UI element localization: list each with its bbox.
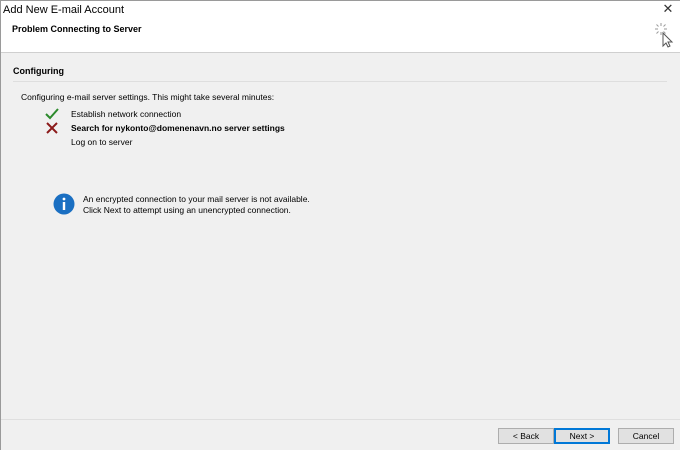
back-button[interactable]: < Back [498,428,554,444]
step-establish-connection: Establish network connection [45,107,345,121]
step-label: Establish network connection [71,109,182,119]
page-title: Problem Connecting to Server [12,24,142,34]
step-label: Log on to server [71,137,133,147]
busy-cursor-icon [655,23,674,48]
wizard-content: Configuring Configuring e-mail server se… [1,53,680,419]
title-bar: Add New E-mail Account ✕ [1,1,680,19]
section-divider [13,81,667,82]
next-button[interactable]: Next > [554,428,610,444]
red-x-icon [46,122,58,134]
info-line-2: Click Next to attempt using an unencrypt… [83,205,291,215]
step-label: Search for nykonto@domenenavn.no server … [71,123,285,133]
wizard-footer: < Back Next > Cancel [1,419,680,450]
green-check-icon [45,108,59,120]
section-title: Configuring [13,66,64,76]
step-search-server-settings: Search for nykonto@domenenavn.no server … [45,121,365,135]
cancel-button[interactable]: Cancel [618,428,674,444]
info-line-1: An encrypted connection to your mail ser… [83,194,310,204]
wizard-header: Problem Connecting to Server [1,19,680,53]
step-log-on-server: Log on to server [45,135,345,149]
info-message: An encrypted connection to your mail ser… [83,194,310,216]
info-icon [53,193,75,215]
configuring-intro-text: Configuring e-mail server settings. This… [21,92,275,102]
close-button[interactable]: ✕ [662,2,674,15]
window-title: Add New E-mail Account [3,4,125,16]
add-email-account-dialog: Add New E-mail Account ✕ Problem Connect… [0,0,680,450]
